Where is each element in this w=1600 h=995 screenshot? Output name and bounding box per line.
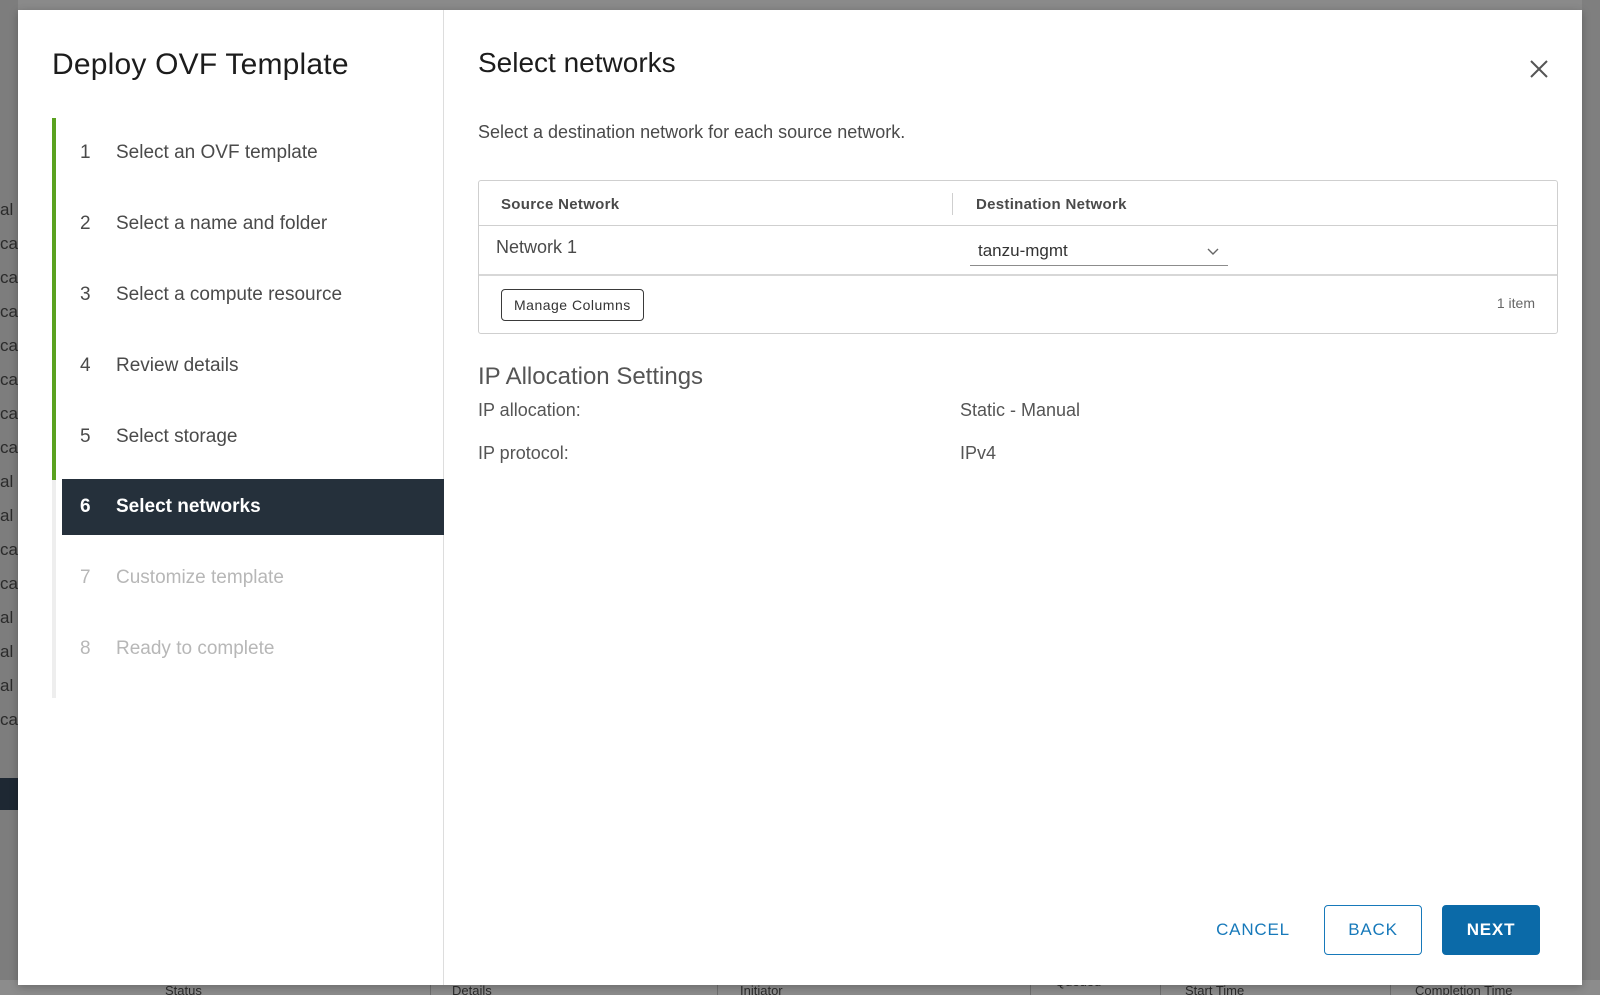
background-text-fragment: al [0, 506, 14, 525]
wizard-step-select-networks[interactable]: 6 Select networks [62, 479, 444, 535]
cancel-button[interactable]: CANCEL [1194, 905, 1312, 955]
wizard-step-customize-template: 7 Customize template [62, 550, 444, 606]
background-text-fragment: ca [0, 234, 18, 253]
background-text-fragment: al [0, 642, 14, 661]
background-text-fragment: al [0, 472, 14, 491]
step-progress-completed [52, 118, 56, 480]
step-label: Ready to complete [116, 638, 275, 659]
step-number: 4 [80, 355, 91, 376]
wizard-step-select-compute-resource[interactable]: 3 Select a compute resource [62, 267, 444, 323]
background-text-fragment: ca [0, 438, 18, 457]
background-left-panel: al ca cal ca ca ca ca ca al al cal cal a… [0, 0, 18, 995]
chevron-down-icon [1207, 248, 1219, 255]
network-mapping-grid: Source Network Destination Network Netwo… [478, 180, 1558, 334]
ip-protocol-label: IP protocol: [478, 443, 569, 463]
background-text-fragment: ca [0, 404, 18, 423]
column-header-source-network[interactable]: Source Network [501, 196, 619, 213]
step-number: 5 [80, 426, 91, 447]
destination-network-value: tanzu-mgmt [978, 240, 1068, 260]
step-number: 7 [80, 567, 91, 588]
next-button[interactable]: NEXT [1442, 905, 1540, 955]
wizard-step-nav: Deploy OVF Template 1 Select an OVF temp… [18, 10, 444, 985]
background-text-fragment: al [0, 676, 14, 695]
background-right-panel [1582, 0, 1600, 995]
step-number: 8 [80, 638, 91, 659]
ip-allocation-value: Static - Manual [960, 400, 1081, 420]
background-text-fragment: ca [0, 302, 18, 321]
manage-columns-button[interactable]: Manage Columns [501, 289, 644, 321]
source-network-cell: Network 1 [496, 237, 578, 257]
ip-allocation-section-title: IP Allocation Settings [478, 363, 704, 390]
step-number: 6 [80, 496, 91, 517]
step-label: Select a compute resource [116, 284, 343, 305]
grid-header: Source Network Destination Network [479, 181, 1557, 226]
step-label: Review details [116, 355, 239, 376]
step-label: Customize template [116, 567, 284, 588]
background-selected-row [0, 778, 18, 810]
item-count: 1 item [1496, 295, 1535, 311]
wizard-step-review-details[interactable]: 4 Review details [62, 338, 444, 394]
background-text-fragment: ca [0, 336, 18, 355]
page-instruction: Select a destination network for each so… [478, 122, 906, 142]
grid-footer: Manage Columns 1 item [479, 276, 1557, 333]
background-text-fragment: al [0, 608, 14, 627]
background-topbar [0, 0, 1600, 10]
ip-allocation-label: IP allocation: [478, 400, 581, 420]
wizard-step-select-name-folder[interactable]: 2 Select a name and folder [62, 196, 444, 252]
close-button[interactable] [1524, 54, 1554, 84]
step-number: 2 [80, 213, 91, 234]
wizard-step-select-ovf-template[interactable]: 1 Select an OVF template [62, 125, 444, 181]
close-icon [1530, 60, 1548, 78]
step-label: Select networks [116, 496, 261, 517]
wizard-title: Deploy OVF Template [52, 48, 349, 81]
wizard-step-select-storage[interactable]: 5 Select storage [62, 409, 444, 465]
table-row: Network 1 tanzu-mgmt [479, 226, 1557, 276]
column-header-destination-network[interactable]: Destination Network [976, 196, 1127, 213]
background-text-fragment: cal [0, 268, 18, 287]
step-label: Select storage [116, 426, 238, 447]
background-text-fragment: cal [0, 574, 18, 593]
step-label: Select an OVF template [116, 142, 318, 163]
wizard-step-ready-to-complete: 8 Ready to complete [62, 621, 444, 677]
page-title: Select networks [478, 47, 676, 78]
ip-protocol-value: IPv4 [960, 443, 997, 463]
step-number: 1 [80, 142, 91, 163]
background-text-fragment: cal [0, 710, 18, 729]
deploy-ovf-modal: Deploy OVF Template 1 Select an OVF temp… [18, 10, 1582, 985]
column-resize-handle[interactable] [952, 193, 953, 215]
background-text-fragment: al [0, 200, 14, 219]
step-label: Select a name and folder [116, 213, 328, 234]
background-text-fragment: ca [0, 370, 18, 389]
wizard-content: Select networks Select a destination net… [444, 10, 1582, 985]
step-number: 3 [80, 284, 91, 305]
background-text-fragment: cal [0, 540, 18, 559]
destination-network-select[interactable]: tanzu-mgmt [970, 236, 1228, 266]
back-button[interactable]: BACK [1324, 905, 1422, 955]
